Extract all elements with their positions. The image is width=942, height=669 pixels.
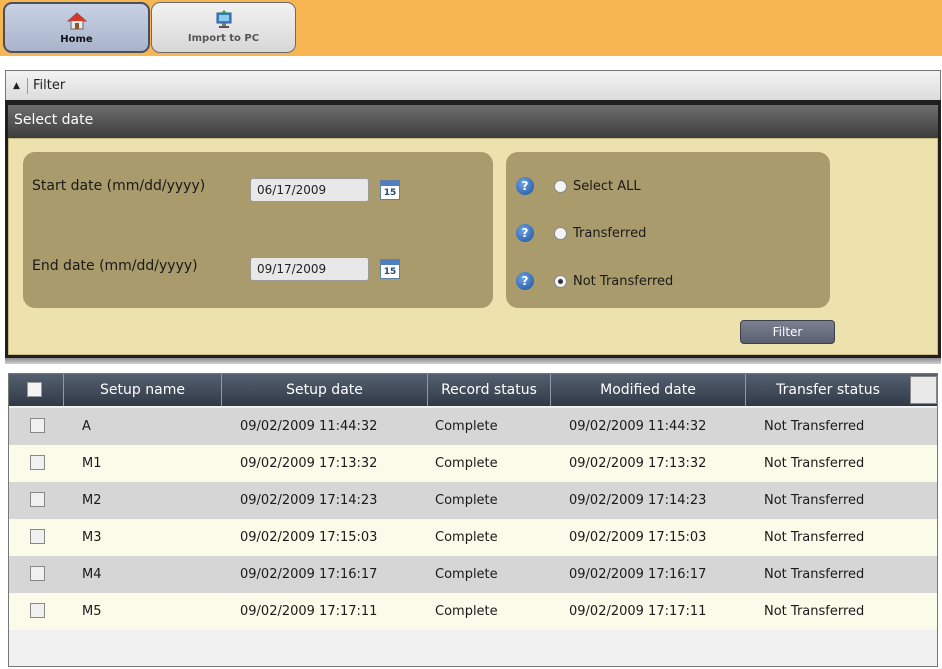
collapse-triangle-icon[interactable]: ▲ (6, 77, 28, 94)
home-icon (66, 12, 87, 30)
cell-setup-name: M2 (82, 493, 102, 508)
cell-record-status: Complete (435, 604, 498, 619)
cell-record-status: Complete (435, 456, 498, 471)
cell-modified-date: 09/02/2009 17:16:17 (569, 567, 707, 582)
not-transferred-radio[interactable] (554, 274, 567, 288)
table-row[interactable]: M3 09/02/2009 17:15:03 Complete 09/02/20… (9, 519, 937, 556)
not-transferred-label: Not Transferred (573, 273, 674, 289)
select-all-checkbox[interactable] (27, 382, 42, 397)
filter-section-header[interactable]: ▲ Filter (5, 70, 941, 100)
table-row[interactable]: M2 09/02/2009 17:14:23 Complete 09/02/20… (9, 482, 937, 519)
cell-setup-name: M5 (82, 604, 102, 619)
column-record-status[interactable]: Record status (428, 374, 551, 406)
import-button-label: Import to PC (187, 33, 260, 44)
splitter[interactable] (5, 358, 941, 364)
cell-record-status: Complete (435, 567, 498, 582)
table-row[interactable]: M1 09/02/2009 17:13:32 Complete 09/02/20… (9, 445, 937, 482)
main-toolbar: Home Import to PC (0, 0, 942, 56)
end-date-calendar-icon[interactable]: 15 (380, 259, 400, 279)
cell-transfer-status: Not Transferred (764, 604, 865, 619)
column-chooser-corner[interactable] (910, 376, 937, 404)
transfer-filter-group: ? Select ALL ? Transferred ? Not Transfe… (506, 152, 830, 308)
select-all-label: Select ALL (573, 178, 641, 194)
option-not-transferred[interactable]: ? Not Transferred (516, 271, 673, 291)
cell-record-status: Complete (435, 419, 498, 434)
cell-setup-date: 09/02/2009 17:13:32 (240, 456, 378, 471)
import-to-pc-icon (216, 10, 231, 28)
cell-setup-date: 09/02/2009 11:44:32 (240, 419, 378, 434)
home-button[interactable]: Home (3, 2, 150, 53)
column-setup-name[interactable]: Setup name (64, 374, 222, 406)
column-modified-date[interactable]: Modified date (551, 374, 746, 406)
table-row[interactable]: A 09/02/2009 11:44:32 Complete 09/02/200… (9, 408, 937, 445)
help-icon[interactable]: ? (516, 272, 534, 290)
table-row[interactable]: M5 09/02/2009 17:17:11 Complete 09/02/20… (9, 593, 937, 630)
table-header: Setup name Setup date Record status Modi… (9, 374, 937, 406)
select-all-column (9, 374, 64, 406)
cell-setup-date: 09/02/2009 17:14:23 (240, 493, 378, 508)
cell-setup-name: M1 (82, 456, 102, 471)
cell-modified-date: 09/02/2009 17:13:32 (569, 456, 707, 471)
row-checkbox[interactable] (30, 418, 45, 433)
cell-transfer-status: Not Transferred (764, 456, 865, 471)
home-button-label: Home (60, 34, 93, 45)
cell-transfer-status: Not Transferred (764, 530, 865, 545)
cell-setup-name: M3 (82, 530, 102, 545)
cell-setup-date: 09/02/2009 17:17:11 (240, 604, 378, 619)
cell-setup-date: 09/02/2009 17:15:03 (240, 530, 378, 545)
cell-setup-name: A (82, 419, 91, 434)
filter-button[interactable]: Filter (740, 320, 835, 344)
option-select-all[interactable]: ? Select ALL (516, 176, 641, 196)
end-date-input[interactable] (250, 257, 369, 281)
help-icon[interactable]: ? (516, 177, 534, 195)
cell-transfer-status: Not Transferred (764, 493, 865, 508)
row-checkbox[interactable] (30, 566, 45, 581)
start-date-label: Start date (mm/dd/yyyy) (32, 178, 206, 194)
select-date-body: Start date (mm/dd/yyyy) 15 End date (mm/… (8, 138, 938, 355)
end-date-label: End date (mm/dd/yyyy) (32, 258, 198, 274)
row-checkbox[interactable] (30, 492, 45, 507)
cell-modified-date: 09/02/2009 17:17:11 (569, 604, 707, 619)
cell-transfer-status: Not Transferred (764, 567, 865, 582)
cell-modified-date: 09/02/2009 17:14:23 (569, 493, 707, 508)
cell-record-status: Complete (435, 530, 498, 545)
help-icon[interactable]: ? (516, 224, 534, 242)
select-date-title: Select date (8, 105, 938, 138)
row-checkbox[interactable] (30, 603, 45, 618)
cell-modified-date: 09/02/2009 17:15:03 (569, 530, 707, 545)
table-row[interactable]: M4 09/02/2009 17:16:17 Complete 09/02/20… (9, 556, 937, 593)
start-date-calendar-icon[interactable]: 15 (380, 180, 400, 200)
filter-section-label: Filter (33, 78, 66, 93)
date-range-group: Start date (mm/dd/yyyy) 15 End date (mm/… (23, 152, 493, 308)
select-date-panel: Select date Start date (mm/dd/yyyy) 15 E… (5, 100, 941, 358)
cell-modified-date: 09/02/2009 11:44:32 (569, 419, 707, 434)
cell-record-status: Complete (435, 493, 498, 508)
column-transfer-status[interactable]: Transfer status (746, 374, 910, 406)
transferred-radio[interactable] (554, 226, 567, 240)
setups-table: Setup name Setup date Record status Modi… (8, 373, 938, 667)
option-transferred[interactable]: ? Transferred (516, 223, 646, 243)
transferred-label: Transferred (573, 225, 647, 241)
row-checkbox[interactable] (30, 529, 45, 544)
cell-setup-date: 09/02/2009 17:16:17 (240, 567, 378, 582)
select-all-radio[interactable] (554, 179, 567, 193)
start-date-input[interactable] (250, 178, 369, 202)
cell-transfer-status: Not Transferred (764, 419, 865, 434)
import-to-pc-button[interactable]: Import to PC (151, 2, 296, 53)
row-checkbox[interactable] (30, 455, 45, 470)
cell-setup-name: M4 (82, 567, 102, 582)
column-setup-date[interactable]: Setup date (222, 374, 428, 406)
